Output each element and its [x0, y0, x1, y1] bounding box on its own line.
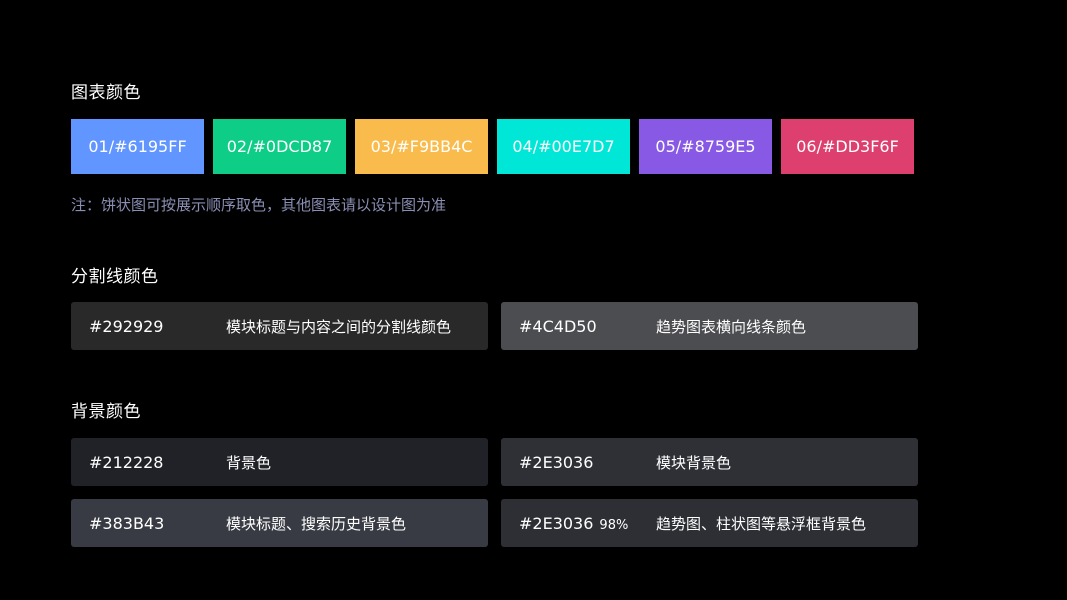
- color-code: #2E3036: [519, 453, 656, 472]
- chart-colors-title: 图表颜色: [71, 83, 141, 103]
- divider-color-bar: #4C4D50 趋势图表横向线条颜色: [501, 302, 918, 350]
- swatch-label: 02/#0DCD87: [226, 137, 333, 156]
- background-color-bar: #212228 背景色: [71, 438, 488, 486]
- swatch-label: 04/#00E7D7: [512, 137, 615, 156]
- divider-colors-title: 分割线颜色: [71, 267, 159, 287]
- color-hex: #2E3036: [519, 452, 594, 472]
- color-description: 模块背景色: [656, 453, 732, 472]
- color-description: 背景色: [226, 453, 272, 472]
- chart-color-note: 注：饼状图可按展示顺序取色，其他图表请以设计图为准: [71, 196, 447, 214]
- swatch-label: 05/#8759E5: [655, 137, 756, 156]
- color-code: #212228: [89, 453, 226, 472]
- chart-color-swatches: 01/#6195FF 02/#0DCD87 03/#F9BB4C 04/#00E…: [71, 119, 914, 174]
- color-code: #4C4D50: [519, 316, 597, 336]
- background-color-bar: #2E3036 98% 趋势图、柱状图等悬浮框背景色: [501, 499, 918, 547]
- color-description: 趋势图、柱状图等悬浮框背景色: [656, 514, 867, 533]
- swatch-05: 05/#8759E5: [639, 119, 772, 174]
- swatch-03: 03/#F9BB4C: [355, 119, 488, 174]
- color-description: 模块标题、搜索历史背景色: [226, 514, 407, 533]
- swatch-label: 01/#6195FF: [88, 137, 187, 156]
- color-code: #292929: [89, 316, 164, 336]
- background-color-bar: #383B43 模块标题、搜索历史背景色: [71, 499, 488, 547]
- swatch-02: 02/#0DCD87: [213, 119, 346, 174]
- swatch-label: 06/#DD3F6F: [796, 137, 899, 156]
- swatch-04: 04/#00E7D7: [497, 119, 630, 174]
- background-colors-title: 背景颜色: [71, 402, 141, 422]
- swatch-label: 03/#F9BB4C: [370, 137, 473, 156]
- swatch-06: 06/#DD3F6F: [781, 119, 914, 174]
- color-hex: #2E3036: [519, 513, 594, 533]
- background-color-bar: #2E3036 模块背景色: [501, 438, 918, 486]
- color-code: #2E3036 98%: [519, 514, 656, 533]
- color-description: 模块标题与内容之间的分割线颜色: [226, 317, 452, 336]
- color-hex: #212228: [89, 452, 164, 472]
- color-alpha: 98%: [599, 517, 629, 533]
- divider-color-bar: #292929 模块标题与内容之间的分割线颜色: [71, 302, 488, 350]
- color-description: 趋势图表横向线条颜色: [656, 317, 807, 336]
- color-hex: #383B43: [89, 513, 165, 533]
- swatch-01: 01/#6195FF: [71, 119, 204, 174]
- color-code: #383B43: [89, 514, 226, 533]
